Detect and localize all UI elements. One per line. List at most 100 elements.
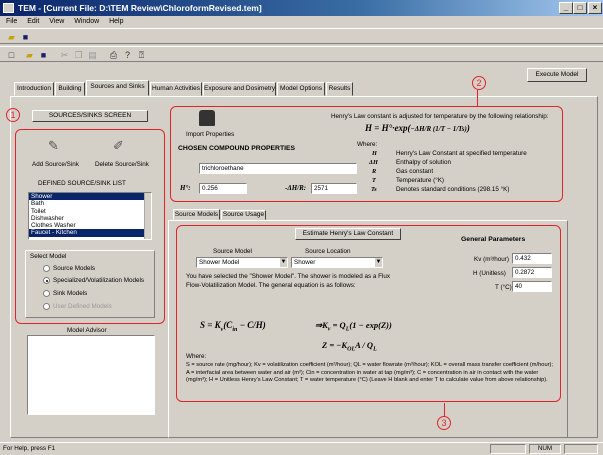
- status-pane: [490, 444, 526, 454]
- def-text-ts: Denotes standard conditions (298.15 °K): [396, 186, 510, 193]
- menu-edit[interactable]: Edit: [27, 18, 39, 25]
- delete-source-icon[interactable]: ✐: [113, 138, 124, 154]
- tab-source-models[interactable]: Source Models: [173, 209, 220, 220]
- model-advisor-label: Model Advisor: [67, 327, 107, 334]
- menu-view[interactable]: View: [49, 18, 64, 25]
- chevron-down-icon[interactable]: ▼: [375, 258, 382, 267]
- radio-icon: [43, 303, 50, 310]
- save-icon[interactable]: ■: [19, 31, 32, 43]
- list-item[interactable]: Clothes Washer: [29, 222, 151, 229]
- toolbar-top: ▰ ■: [0, 28, 603, 44]
- def-sym-h: H: [372, 150, 377, 157]
- dh-field[interactable]: 2571: [311, 183, 357, 194]
- chevron-down-icon[interactable]: ▼: [280, 258, 287, 267]
- list-item[interactable]: Bath: [29, 200, 151, 207]
- def-sym-ts: Ts: [371, 186, 377, 193]
- status-bar: For Help, press F1 NUM: [0, 442, 603, 455]
- menu-window[interactable]: Window: [74, 18, 99, 25]
- estimate-henry-button[interactable]: Estimate Henry's Law Constant: [295, 228, 401, 240]
- menu-file[interactable]: File: [6, 18, 17, 25]
- h0-field[interactable]: 0.256: [199, 183, 247, 194]
- delete-source-label[interactable]: Delete Source/Sink: [95, 161, 149, 168]
- radio-sink-models[interactable]: Sink Models: [43, 290, 87, 297]
- tab-exposure[interactable]: Exposure and Dosimetry: [203, 82, 276, 96]
- defined-list-title: DEFINED SOURCE/SINK LIST: [38, 180, 126, 187]
- help-pointer-icon[interactable]: ⍰: [135, 49, 148, 61]
- tab-human-activities[interactable]: Human Activities: [150, 82, 202, 96]
- tab-source-usage[interactable]: Source Usage: [221, 210, 266, 220]
- radio-icon: [43, 265, 50, 272]
- def-text-dh: Enthalpy of solution: [396, 159, 451, 166]
- tab-results[interactable]: Results: [326, 82, 353, 96]
- source-model-select[interactable]: Shower Model: [196, 257, 288, 268]
- def-text-t: Temperature (°K): [396, 177, 445, 184]
- annotation-number-1: 1: [6, 108, 20, 122]
- source-location-label: Source Location: [305, 248, 351, 255]
- add-source-label[interactable]: Add Source/Sink: [32, 161, 79, 168]
- param-t-field[interactable]: 40: [512, 281, 552, 292]
- add-source-icon[interactable]: ✎: [48, 138, 59, 154]
- list-item-shower[interactable]: Shower: [29, 193, 151, 201]
- list-item[interactable]: Dishwasher: [29, 215, 151, 222]
- list-scrollbar[interactable]: [144, 193, 151, 239]
- annotation-arrow-2: [477, 90, 478, 106]
- radio-specialized-models[interactable]: Specialized/Volatilization Models: [43, 277, 144, 284]
- save-file-icon[interactable]: ■: [37, 49, 50, 61]
- import-properties-icon[interactable]: [199, 110, 215, 126]
- menu-help[interactable]: Help: [109, 18, 123, 25]
- param-kv-field[interactable]: 0.432: [512, 253, 552, 264]
- status-pane: [564, 444, 598, 454]
- def-text-h: Henry's Law Constant at specified temper…: [396, 150, 527, 157]
- z-equation: Z = −KOLA / QL: [322, 340, 377, 353]
- menu-bar: File Edit View Window Help: [0, 16, 603, 27]
- compound-name-field[interactable]: trichloroethane: [199, 163, 357, 174]
- def-text-r: Gas constant: [396, 168, 434, 175]
- main-tabs: Introduction Building Sources and Sinks …: [0, 80, 603, 96]
- tab-building[interactable]: Building: [55, 82, 85, 96]
- source-sink-list[interactable]: Shower Bath Toilet Dishwasher Clothes Wa…: [28, 192, 152, 240]
- henry-where: Where:: [357, 141, 378, 148]
- toolbar-main: □ ▰ ■ ✂ ❐ ▤ ⎙ ? ⍰: [0, 46, 603, 62]
- source-model-label: Source Model: [213, 248, 252, 255]
- source-location-select[interactable]: Shower: [291, 257, 383, 268]
- param-kv-label: Kv (m³/hour): [474, 256, 509, 263]
- close-button[interactable]: ×: [588, 2, 602, 14]
- cut-icon[interactable]: ✂: [58, 49, 71, 61]
- annotation-arrow-3: [444, 403, 445, 416]
- open-icon[interactable]: ▰: [23, 49, 36, 61]
- h0-label: H°:: [180, 184, 191, 192]
- annotation-number-3: 3: [437, 416, 451, 430]
- param-t-label: T (°C): [495, 284, 512, 291]
- new-file-icon[interactable]: □: [5, 49, 18, 61]
- open-folder-icon[interactable]: ▰: [5, 31, 18, 43]
- radio-selected-icon: [43, 277, 50, 284]
- param-h-field[interactable]: 0.2872: [512, 267, 552, 278]
- def-sym-dh: ΔH: [369, 159, 378, 166]
- sources-sinks-screen-button[interactable]: SOURCES/SINKS SCREEN: [32, 110, 148, 122]
- tab-model-options[interactable]: Model Options: [277, 82, 325, 96]
- annotation-number-2: 2: [472, 76, 486, 90]
- list-item[interactable]: Faucet - Kitchen: [29, 229, 151, 237]
- print-icon[interactable]: ⎙: [107, 49, 120, 61]
- general-parameters-title: General Parameters: [461, 236, 526, 243]
- maximize-button[interactable]: □: [573, 2, 587, 14]
- variable-legend: S = source rate (mg/hour); Kv = volatili…: [186, 362, 553, 384]
- param-h-label: H (Unitless): [473, 270, 506, 277]
- def-sym-r: R: [372, 168, 377, 175]
- status-num: NUM: [529, 444, 561, 454]
- model-description: You have selected the "Shower Model". Th…: [186, 273, 390, 289]
- about-icon[interactable]: ?: [121, 49, 134, 61]
- radio-source-models[interactable]: Source Models: [43, 265, 95, 272]
- kv-equation: ⇒Kv = QL(1 − exp(Z)): [315, 320, 392, 333]
- source-rate-equation: S = Kv(Cin − C/H): [200, 320, 266, 333]
- copy-icon[interactable]: ❐: [72, 49, 85, 61]
- paste-icon[interactable]: ▤: [86, 49, 99, 61]
- tab-sources-sinks[interactable]: Sources and Sinks: [86, 80, 149, 96]
- tab-introduction[interactable]: Introduction: [14, 82, 54, 96]
- radio-user-defined-models: User Defined Models: [43, 303, 112, 310]
- execute-model-button[interactable]: Execute Model: [527, 68, 587, 82]
- minimize-button[interactable]: _: [559, 2, 573, 14]
- list-item[interactable]: Toilet: [29, 208, 151, 215]
- import-properties-label[interactable]: Import Properties: [186, 131, 234, 138]
- title-bar: TEM - [Current File: D:\TEM Review\Chlor…: [0, 0, 603, 16]
